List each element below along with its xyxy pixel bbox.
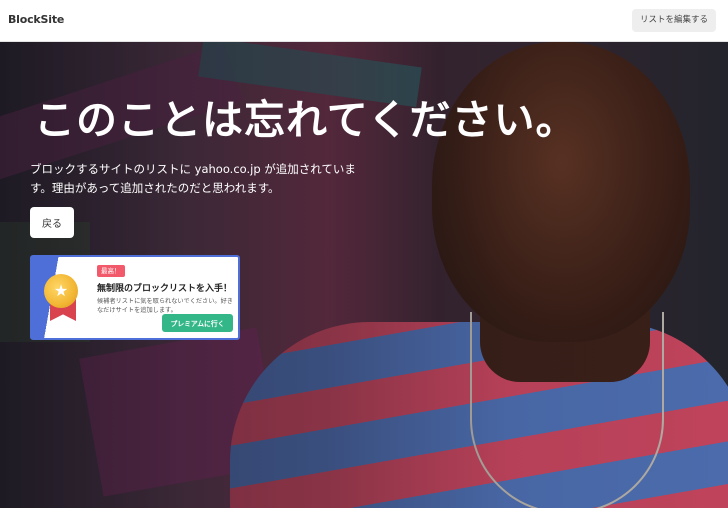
promo-badge: 最高！ <box>97 265 125 277</box>
premium-promo-card[interactable]: ★ 最高！ 無制限のブロックリストを入手！ 候補者リストに気を取られないでくださ… <box>30 255 240 340</box>
medal-star-icon: ★ <box>44 274 78 308</box>
edit-list-button[interactable]: リストを編集する <box>631 9 716 32</box>
top-bar: BlockSite リストを編集する <box>0 0 728 42</box>
promo-body: 候補者リストに気を取られないでください。好きなだけサイトを追加します。 <box>97 298 233 314</box>
go-premium-button[interactable]: プレミアムに行く <box>162 314 233 332</box>
promo-title: 無制限のブロックリストを入手！ <box>97 284 233 294</box>
page-headline: このことは忘れてください。 <box>34 96 578 144</box>
back-button[interactable]: 戻る <box>30 207 74 238</box>
blocked-site-description: ブロックするサイトのリストに yahoo.co.jp が追加されています。理由が… <box>30 162 356 195</box>
blocksite-logo[interactable]: BlockSite <box>8 13 64 26</box>
